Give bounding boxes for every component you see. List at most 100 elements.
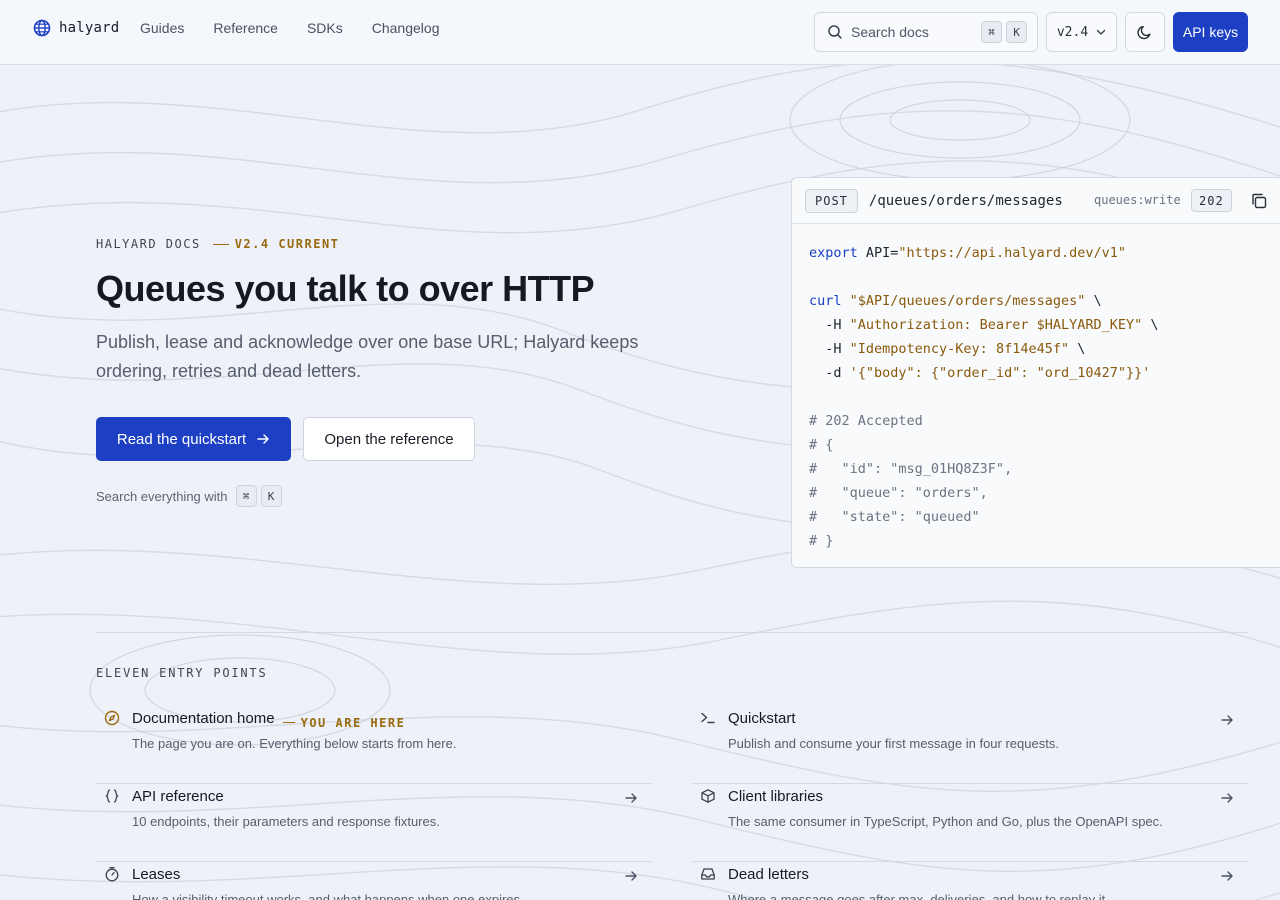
hero-eyebrow: HALYARD DOCS V2.4 CURRENT [96,237,339,251]
page-title: Queues you talk to over HTTP [96,268,595,309]
entry-description: The page you are on. Everything below st… [132,736,457,751]
eyebrow-label: HALYARD DOCS [96,237,201,251]
scope-label: queues:write [1094,193,1181,207]
arrow-right-icon [257,434,269,444]
here-dash [282,722,295,723]
arrow-right-icon [1221,871,1233,881]
entry-title-text: Documentation home [132,710,275,727]
arrow-right-icon [1221,793,1233,803]
code-token: # "id": "msg_01HQ8Z3F", [809,461,1013,477]
entry-title: Quickstart [728,710,796,727]
braces-icon [105,789,119,803]
code-line: -H "Idempotency-Key: 8f14e45f" \ [809,337,1280,361]
api-keys-button[interactable]: API keys [1173,12,1248,52]
chevron-down-icon [1096,29,1106,35]
code-token: "Authorization: Bearer $HALYARD_KEY" [849,317,1143,333]
entry-description: Where a message goes after max_deliverie… [728,892,1109,900]
moon-icon [1137,25,1151,40]
code-line: # "state": "queued" [809,505,1280,529]
nav-guides[interactable]: Guides [140,19,184,37]
code-token: "Idempotency-Key: 8f14e45f" [849,341,1070,357]
read-quickstart-label: Read the quickstart [116,430,247,448]
code-token: API= [857,245,899,261]
entry-dead-letters[interactable]: Dead letters Where a message goes after … [692,862,1248,900]
code-line: -H "Authorization: Bearer $HALYARD_KEY" … [809,313,1280,337]
terminal-icon [701,712,715,724]
version-select[interactable]: v2.4 [1046,12,1117,52]
here-tag-text: YOU ARE HERE [300,715,406,730]
code-token: \ [1142,317,1159,333]
version-value: v2.4 [1056,24,1089,40]
entry-documentation-home[interactable]: Documentation home YOU ARE HERE The page … [96,706,652,784]
code-token: \ [1085,293,1102,309]
code-token: -H [809,341,850,357]
code-line: # "queue": "orders", [809,481,1280,505]
code-example-card: POST /queues/orders/messages queues:writ… [791,177,1280,568]
section-divider [96,632,1248,633]
hint-text: Search everything with [96,488,228,504]
package-icon [701,789,715,803]
shortcut-k-key: K [1006,21,1027,43]
nav-changelog[interactable]: Changelog [372,19,440,37]
theme-toggle-button[interactable] [1125,12,1165,52]
search-placeholder: Search docs [851,24,929,40]
open-reference-button[interactable]: Open the reference [303,417,475,461]
read-quickstart-button[interactable]: Read the quickstart [96,417,291,461]
compass-icon [104,710,120,726]
status-code-badge: 202 [1191,189,1232,212]
code-line: -d '{"body": {"order_id": "ord_10427"}}' [809,361,1280,385]
arrow-right-icon [1221,715,1233,725]
entry-client-libraries[interactable]: Client libraries The same consumer in Ty… [692,784,1248,862]
code-line: export API="https://api.halyard.dev/v1" [809,241,1280,265]
entry-description: Publish and consume your first message i… [728,736,1059,751]
code-token: # 202 Accepted [809,413,923,429]
entry-title: Client libraries [728,788,824,805]
hero-subtitle: Publish, lease and acknowledge over one … [96,332,639,381]
globe-icon [33,19,51,37]
code-token: "$API/queues/orders/messages" [849,293,1086,309]
eyebrow-dash [212,243,229,245]
code-token: "https://api.halyard.dev/v1" [898,245,1126,261]
code-token: curl [809,293,842,309]
entry-description: The same consumer in TypeScript, Python … [728,814,1163,829]
code-line: # 202 Accepted [809,409,1280,433]
code-token: -H [809,317,850,333]
copy-icon[interactable] [1249,191,1269,211]
code-card-header: POST /queues/orders/messages queues:writ… [792,178,1280,224]
eyebrow-version: V2.4 CURRENT [234,237,340,251]
hint-mod-key: ⌘ [235,485,257,507]
timer-icon [105,866,119,882]
entry-title: Leases [132,866,181,883]
code-line: curl "$API/queues/orders/messages" \ [809,289,1280,313]
entry-title: Dead letters [728,866,809,883]
entry-description: How a visibility timeout works, and what… [132,892,524,900]
code-line: # { [809,433,1280,457]
entry-api-reference[interactable]: API reference 10 endpoints, their parame… [96,784,652,862]
code-token: '{"body": {"order_id": "ord_10427"}}' [849,365,1151,381]
entry-quickstart[interactable]: Quickstart Publish and consume your firs… [692,706,1248,784]
code-line: # "id": "msg_01HQ8Z3F", [809,457,1280,481]
search-hint: Search everything with ⌘ K [96,485,282,507]
entry-leases[interactable]: Leases How a visibility timeout works, a… [96,862,652,900]
entry-title: Documentation home YOU ARE HERE [132,710,405,730]
nav-reference[interactable]: Reference [213,19,278,37]
top-header: halyard Guides Reference SDKs Changelog … [0,0,1280,65]
entry-title: API reference [132,788,224,805]
arrow-right-icon [625,871,637,881]
entry-description: 10 endpoints, their parameters and respo… [132,814,440,829]
brand-logo[interactable]: halyard [33,19,119,37]
entry-points-label: ELEVEN ENTRY POINTS [96,666,268,680]
code-token: export [809,245,858,261]
endpoint-path: /queues/orders/messages [868,192,1063,209]
http-method-badge: POST [805,188,858,213]
code-token: # "state": "queued" [809,509,980,525]
shortcut-mod-key: ⌘ [981,21,1002,43]
code-token: -d [809,365,850,381]
hint-k-key: K [260,485,282,507]
nav-sdks[interactable]: SDKs [307,19,343,37]
search-input[interactable]: Search docs ⌘ K [814,12,1038,52]
main-nav: Guides Reference SDKs Changelog [140,19,468,37]
